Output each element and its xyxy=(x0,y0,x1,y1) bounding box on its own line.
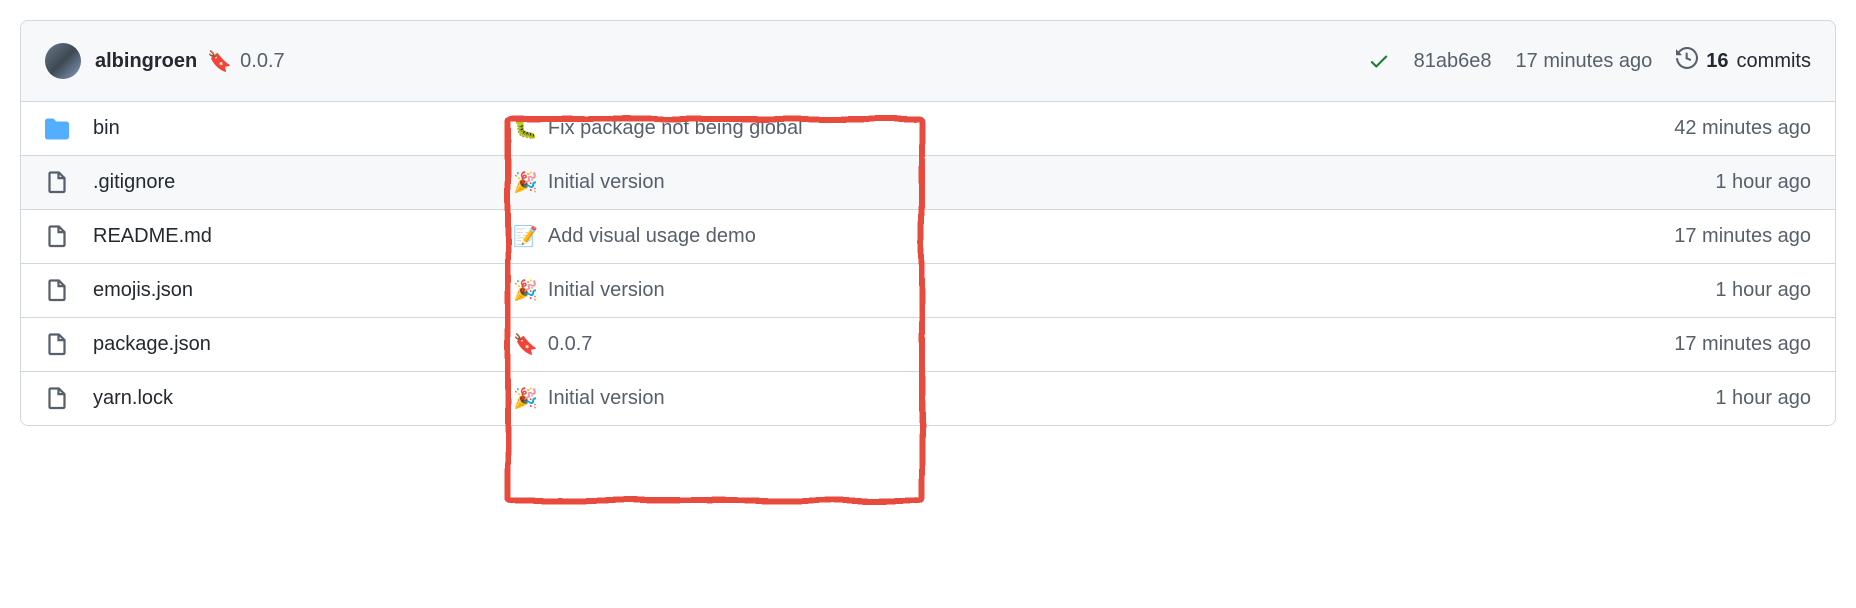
file-row[interactable]: .gitignore 🎉 Initial version 1 hour ago xyxy=(21,156,1835,210)
file-icon xyxy=(45,387,69,411)
commit-message-link[interactable]: 🎉 Initial version xyxy=(513,278,1691,303)
file-name[interactable]: package.json xyxy=(93,333,211,355)
check-icon[interactable] xyxy=(1368,50,1390,72)
file-row[interactable]: yarn.lock 🎉 Initial version 1 hour ago xyxy=(21,372,1835,425)
commits-count: 16 xyxy=(1706,50,1728,73)
commit-message-link[interactable]: 🐛 Fix package not being global xyxy=(513,116,1650,141)
avatar[interactable] xyxy=(45,43,81,79)
file-time: 1 hour ago xyxy=(1715,387,1811,410)
repo-header-row: albingroen 🔖 0.0.7 81ab6e8 17 minutes ag… xyxy=(21,21,1835,102)
file-row[interactable]: bin 🐛 Fix package not being global 42 mi… xyxy=(21,102,1835,156)
file-row[interactable]: README.md 📝 Add visual usage demo 17 min… xyxy=(21,210,1835,264)
tada-emoji: 🎉 xyxy=(513,386,538,411)
latest-commit-link[interactable]: 🔖 0.0.7 xyxy=(207,49,284,74)
file-name[interactable]: .gitignore xyxy=(93,171,175,193)
commit-message: Initial version xyxy=(548,387,665,410)
tada-emoji: 🎉 xyxy=(513,170,538,195)
file-row[interactable]: package.json 🔖 0.0.7 17 minutes ago xyxy=(21,318,1835,372)
tada-emoji: 🎉 xyxy=(513,278,538,303)
folder-icon xyxy=(45,117,69,141)
commit-message: Initial version xyxy=(548,171,665,194)
latest-commit-text: 0.0.7 xyxy=(240,50,284,73)
file-time: 42 minutes ago xyxy=(1674,117,1811,140)
commit-message-link[interactable]: 📝 Add visual usage demo xyxy=(513,224,1650,249)
file-time: 17 minutes ago xyxy=(1674,333,1811,356)
commit-message-link[interactable]: 🎉 Initial version xyxy=(513,386,1691,411)
commit-message: Add visual usage demo xyxy=(548,225,756,248)
commit-message: Initial version xyxy=(548,279,665,302)
file-icon xyxy=(45,171,69,195)
memo-emoji: 📝 xyxy=(513,224,538,249)
file-time: 1 hour ago xyxy=(1715,171,1811,194)
file-name[interactable]: README.md xyxy=(93,225,212,247)
bug-emoji: 🐛 xyxy=(513,116,538,141)
file-name[interactable]: emojis.json xyxy=(93,279,193,301)
history-icon xyxy=(1676,47,1698,75)
file-name[interactable]: yarn.lock xyxy=(93,387,173,409)
commit-time: 17 minutes ago xyxy=(1516,50,1653,73)
file-icon xyxy=(45,225,69,249)
file-time: 1 hour ago xyxy=(1715,279,1811,302)
commit-message-link[interactable]: 🔖 0.0.7 xyxy=(513,332,1650,357)
bookmark-emoji: 🔖 xyxy=(513,332,538,357)
file-time: 17 minutes ago xyxy=(1674,225,1811,248)
file-row[interactable]: emojis.json 🎉 Initial version 1 hour ago xyxy=(21,264,1835,318)
author-name[interactable]: albingroen xyxy=(95,50,197,73)
file-name[interactable]: bin xyxy=(93,117,120,139)
commits-label: commits xyxy=(1737,50,1811,73)
file-listing-box: albingroen 🔖 0.0.7 81ab6e8 17 minutes ag… xyxy=(20,20,1836,426)
header-meta: 81ab6e8 17 minutes ago 16 commits xyxy=(1368,47,1811,75)
commit-message-link[interactable]: 🎉 Initial version xyxy=(513,170,1691,195)
commit-message: 0.0.7 xyxy=(548,333,592,356)
commit-message: Fix package not being global xyxy=(548,117,803,140)
commits-link[interactable]: 16 commits xyxy=(1676,47,1811,75)
commit-hash[interactable]: 81ab6e8 xyxy=(1414,50,1492,73)
bookmark-emoji: 🔖 xyxy=(207,49,232,74)
file-icon xyxy=(45,333,69,357)
file-icon xyxy=(45,279,69,303)
